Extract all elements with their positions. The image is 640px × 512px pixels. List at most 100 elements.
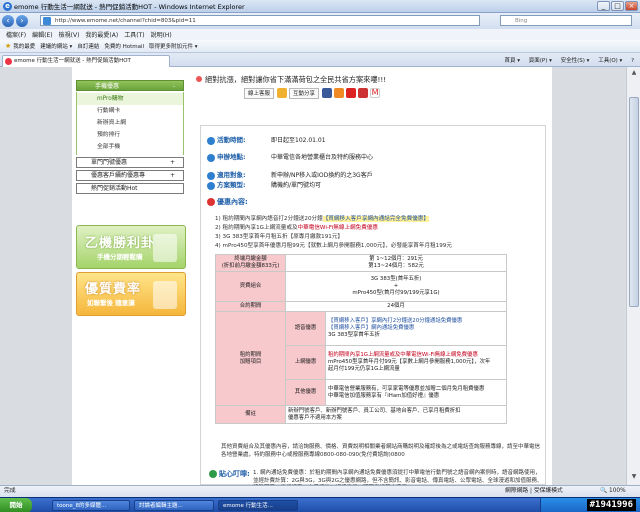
menu-tools[interactable]: 工具(T) — [124, 30, 144, 39]
back-button[interactable]: ‹ — [2, 15, 14, 27]
banner-installment[interactable]: 乙機勝利卦 手機分期輕鬆購 — [76, 225, 186, 269]
reminder-text: 1. 網內通話免費優惠：於租約期間內享網內通話免費優惠須提打中華電信行動門號之語… — [253, 470, 543, 484]
watermark-id: #1941996 — [586, 499, 636, 511]
tab-emome[interactable]: emome 行動生活一網就送 - 熱門促銷活動HOT — [2, 55, 170, 67]
reminder-title: 貼心叮嚀: — [209, 469, 250, 479]
home-button[interactable]: 首頁 ▾ — [505, 58, 521, 64]
table-row: 終端月繳金額 (折扣前月繳金額833元) 第 1~12個月：291元 第13~24… — [215, 254, 507, 272]
page-menu[interactable]: 頁面(P) ▾ — [529, 58, 552, 64]
search-input[interactable]: Bing — [500, 15, 632, 26]
menu-edit[interactable]: 編輯(E) — [32, 30, 52, 39]
table-row: 合約期間 24個月 — [215, 301, 507, 312]
fav-hotmail[interactable]: 免費的 Hotmail — [104, 42, 144, 50]
search-placeholder: Bing — [515, 18, 528, 24]
task-button[interactable]: 討論者編輯主題... — [134, 500, 214, 511]
window-title: emome 行動生活一網就送 - 熱門促銷活動HOT - Windows Int… — [14, 3, 245, 11]
fav-addons[interactable]: 取得更多附加元件 ▾ — [149, 42, 198, 50]
gift-icon — [153, 281, 177, 309]
table-cell: 上網優惠 — [285, 345, 326, 380]
sidebar-item-all-phones[interactable]: 全部手機 — [77, 141, 183, 153]
interactive-share-button[interactable]: 互動分享 — [289, 87, 320, 99]
help-button[interactable]: ? — [631, 58, 634, 64]
safety-menu[interactable]: 安全性(S) ▾ — [561, 58, 590, 64]
zoom-level[interactable]: 🔍 100% — [600, 486, 626, 497]
gmail-icon[interactable]: M — [370, 88, 381, 98]
table-cell: 合約期間 — [215, 301, 286, 312]
period-row: 活動時間: 即日起至102.01.01 — [207, 134, 326, 145]
table-cell: 【貫網移入客戶】享網內打2分鐘送20分鐘通話免費優惠 【貫網移入客戶】網內通話免… — [325, 311, 507, 346]
status-bar: 完成 網際網路 | 受保護模式 🔍 100% — [0, 485, 640, 497]
table-cell: 終端月繳金額 (折扣前月繳金額833元) — [215, 254, 286, 272]
browser-window: e emome 行動生活一網就送 - 熱門促銷活動HOT - Windows I… — [0, 0, 640, 512]
table-cell: 資費組合 — [215, 271, 286, 302]
task-button[interactable]: toone_8的多媒體... — [52, 500, 130, 511]
location-icon — [207, 153, 215, 162]
table-cell: 語音優惠 — [285, 311, 326, 346]
page-favicon-icon — [43, 17, 51, 25]
expand-icon: + — [169, 159, 175, 166]
clock-icon — [207, 136, 215, 145]
start-button[interactable]: 開始 — [0, 498, 32, 512]
minimize-button[interactable]: _ — [597, 1, 610, 11]
table-cell: 其他優惠 — [285, 379, 326, 406]
favorites-bar: ★ 我的最愛 建議的網站 ▾ 自訂連結 免費的 Hotmail 取得更多附加元件… — [0, 40, 640, 53]
ie-logo-icon: e — [3, 2, 12, 11]
sidebar-item-new-data[interactable]: 新辦資上網 — [77, 117, 183, 129]
favorites-star-icon: ★ — [5, 42, 12, 50]
print-icon[interactable] — [358, 88, 369, 98]
page-viewport: 手機優惠 - mPro購物 行動網卡 新辦資上網 預約排行 全部手機 單門門號優… — [0, 67, 626, 485]
service-icon — [277, 88, 288, 98]
facebook-icon[interactable] — [322, 88, 333, 98]
table-cell: 備註 — [215, 405, 286, 424]
url-text: http://www.emome.net/channel?chid=803&pi… — [55, 18, 196, 24]
command-bar: 首頁 ▾ 頁面(P) ▾ 安全性(S) ▾ 工具(O) ▾ ? — [498, 56, 635, 64]
scroll-thumb[interactable] — [629, 97, 639, 307]
sidebar-item-ranking[interactable]: 預約排行 — [77, 129, 183, 141]
table-cell: 租約期間 加贈項目 — [215, 311, 286, 406]
banner-rates[interactable]: 優質費率 如聯繫後 隨意講 — [76, 272, 186, 316]
sidebar-head-phone-offers[interactable]: 手機優惠 - — [76, 80, 184, 91]
vertical-scrollbar[interactable]: ▲ ▼ — [626, 67, 640, 485]
menu-favorites[interactable]: 我的最愛(A) — [85, 30, 118, 39]
sidebar-head-number-offers[interactable]: 單門門號優惠 + — [76, 157, 184, 168]
favorites-button[interactable]: 我的最愛 — [13, 42, 35, 50]
rss-icon[interactable] — [334, 88, 345, 98]
offer-item-2: 2) 租約期間內享1G上網流量或及中華電信Wi-Fi無線上網免費優惠 — [215, 225, 379, 231]
table-cell: 24個月 — [285, 301, 507, 312]
sidebar-head-hot[interactable]: 熱門促銷活動Hot — [76, 183, 184, 194]
table-cell: 3G 383型(首年五折) + mPro450型(首月付99/199元享1G) — [285, 271, 507, 302]
offer-section-title: 優惠內容: — [207, 197, 248, 207]
url-input[interactable]: http://www.emome.net/channel?chid=803&pi… — [40, 15, 480, 26]
table-row: 資費組合 3G 383型(首年五折) + mPro450型(首月付99/199元享1… — [215, 271, 507, 302]
title-bar: e emome 行動生活一網就送 - 熱門促銷活動HOT - Windows I… — [0, 0, 640, 13]
table-cell: 中華電信營業服務有，可享家電等優惠並加贈二個月免月租費優惠 中華電信加值服務享有… — [325, 379, 507, 406]
task-button-active[interactable]: emome 行動生活... — [218, 500, 298, 511]
taskbar: 開始 toone_8的多媒體... 討論者編輯主題... emome 行動生活.… — [0, 497, 640, 512]
menu-view[interactable]: 檢視(V) — [59, 30, 80, 39]
apply-row: 申辦地點: 中華電信各地營業櫃台及特約服務中心 — [207, 151, 373, 162]
offer-detail-panel: 活動時間: 即日起至102.01.01 申辦地點: 中華電信各地營業櫃台及特約服… — [200, 125, 546, 485]
fav-custom-links[interactable]: 自訂連結 — [77, 42, 99, 50]
info-icon — [209, 470, 217, 478]
promo-headline: 絕對抗漲，絕對讓你省下滿滿荷包之全民共省方案來嘍!!! — [196, 75, 546, 85]
close-button[interactable]: × — [625, 1, 638, 11]
scroll-down-icon[interactable]: ▼ — [629, 473, 639, 483]
collapse-icon: - — [172, 83, 175, 90]
sidebar-item-mpro[interactable]: mPro購物 — [77, 93, 183, 105]
forward-button[interactable]: › — [16, 15, 28, 27]
online-service-button[interactable]: 線上客服 — [244, 87, 275, 99]
fav-suggested-sites[interactable]: 建議的網站 ▾ — [40, 42, 72, 50]
sidebar-item-mobile-card[interactable]: 行動網卡 — [77, 105, 183, 117]
share-bar: 線上客服 互動分享 M — [244, 86, 382, 100]
maximize-button[interactable]: □ — [611, 1, 624, 11]
bullet-icon — [196, 76, 202, 82]
tools-menu[interactable]: 工具(O) ▾ — [598, 58, 622, 64]
menu-help[interactable]: 說明(H) — [151, 30, 172, 39]
scroll-up-icon[interactable]: ▲ — [629, 69, 639, 79]
table-cell: 新辦門號客戶、新辦門號客戶、員工公司、基地台客戶、已享月租費折扣 優惠客戶不適用… — [285, 405, 507, 424]
table-row: 備註 新辦門號客戶、新辦門號客戶、員工公司、基地台客戶、已享月租費折扣 優惠客戶… — [215, 405, 507, 424]
sidebar-head-renewal[interactable]: 優惠客戶續約優惠專 + — [76, 170, 184, 181]
offer-table: 終端月繳金額 (折扣前月繳金額833元) 第 1~12個月：291元 第13~24… — [215, 254, 507, 424]
menu-file[interactable]: 檔案(F) — [6, 30, 26, 39]
plurk-icon[interactable] — [346, 88, 357, 98]
